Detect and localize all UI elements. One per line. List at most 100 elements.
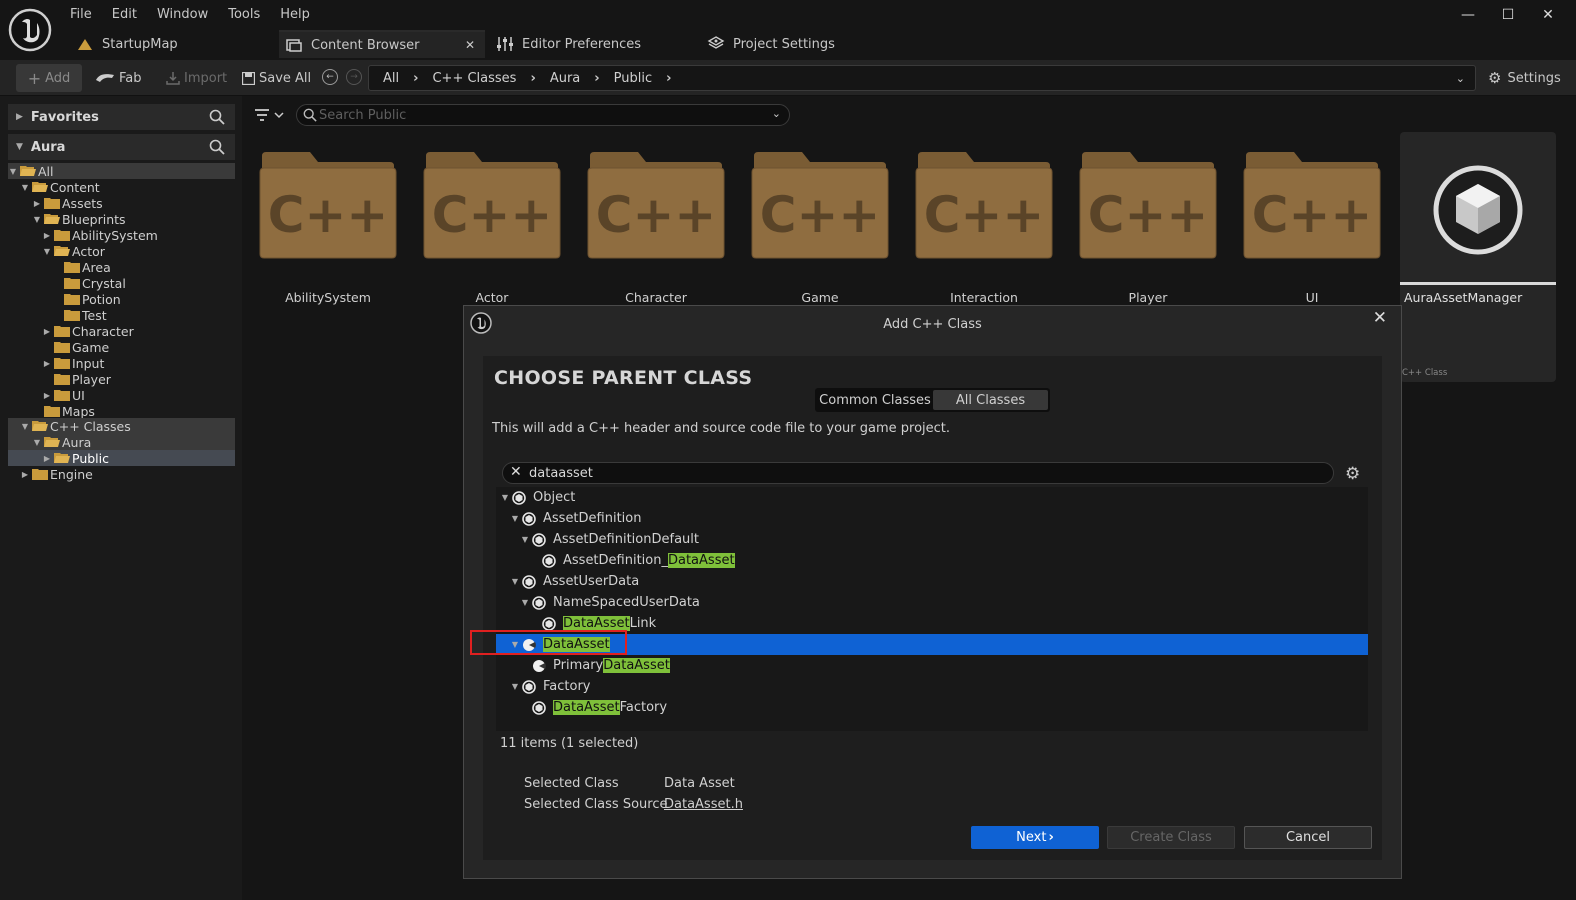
class-tree-row[interactable]: ▼ AssetDefinitionDefault <box>496 529 1368 550</box>
tree-item-aura[interactable]: ▼ Aura <box>8 434 235 450</box>
class-tree-row[interactable]: ▼ Factory <box>496 676 1368 697</box>
fab-button[interactable]: Fab <box>95 64 142 92</box>
tree-item-potion[interactable]: Potion <box>8 291 235 307</box>
tree-label: Area <box>82 259 111 275</box>
next-button[interactable]: Next › <box>971 826 1099 849</box>
tab-content-browser[interactable]: Content Browser ✕ <box>279 30 485 58</box>
chevron-right-icon[interactable]: › <box>594 71 599 86</box>
menu-file[interactable]: File <box>60 6 102 24</box>
add-button[interactable]: + Add <box>16 64 82 92</box>
tree-item-assets[interactable]: ▶ Assets <box>8 195 235 211</box>
tab-startup-map[interactable]: StartupMap <box>76 30 276 58</box>
search-input[interactable]: Search Public ⌄ <box>296 104 790 126</box>
class-tree-row[interactable]: PrimaryDataAsset <box>496 655 1368 676</box>
minimize-icon[interactable]: — <box>1448 4 1488 26</box>
tab-project-settings[interactable]: Project Settings <box>707 30 907 58</box>
breadcrumb-aura[interactable]: Aura <box>550 71 580 86</box>
project-header[interactable]: ▼ Aura <box>8 134 235 160</box>
tree-item-engine[interactable]: ▶ Engine <box>8 466 235 482</box>
tree-item-maps[interactable]: Maps <box>8 403 235 419</box>
tree-item-content[interactable]: ▼ Content <box>8 179 235 195</box>
folder-tile-abilitysystem[interactable]: C++ <box>258 150 398 260</box>
chevron-down-icon[interactable]: ⌄ <box>772 107 781 120</box>
close-tab-icon[interactable]: ✕ <box>465 38 475 52</box>
class-tree-row[interactable]: ▼ NameSpacedUserData <box>496 592 1368 613</box>
menu-edit[interactable]: Edit <box>102 6 147 24</box>
menu-help[interactable]: Help <box>270 6 320 24</box>
tree-item-player[interactable]: Player <box>8 371 235 387</box>
tree-item-public[interactable]: ▶ Public <box>8 450 235 466</box>
tree-item-cpp-classes[interactable]: ▼ C++ Classes <box>8 418 235 434</box>
back-icon[interactable]: ← <box>322 69 338 85</box>
chevron-right-icon[interactable]: › <box>666 71 671 86</box>
tab-common-classes[interactable]: Common Classes <box>817 390 933 410</box>
cancel-button[interactable]: Cancel <box>1244 826 1372 849</box>
class-tree-row[interactable]: DataAssetFactory <box>496 697 1368 718</box>
tree-item-actor[interactable]: ▼ Actor <box>8 243 235 259</box>
collapse-down-icon[interactable]: ▼ <box>510 577 520 586</box>
chevron-right-icon[interactable]: › <box>413 71 418 86</box>
forward-icon[interactable]: → <box>346 69 362 85</box>
menu-tools[interactable]: Tools <box>218 6 270 24</box>
maximize-icon[interactable]: ☐ <box>1488 4 1528 26</box>
close-window-icon[interactable]: ✕ <box>1528 4 1568 26</box>
search-icon[interactable] <box>209 109 225 125</box>
tab-editor-preferences[interactable]: Editor Preferences <box>496 30 696 58</box>
settings-button[interactable]: ⚙ Settings <box>1488 64 1561 92</box>
folder-tile-interaction[interactable]: C++ <box>914 150 1054 260</box>
create-class-button[interactable]: Create Class <box>1107 826 1235 849</box>
chevron-right-icon[interactable]: › <box>530 71 535 86</box>
tree-item-blueprints[interactable]: ▼ Blueprints <box>8 211 235 227</box>
history-dropdown-icon[interactable]: ⌄ <box>1456 72 1465 85</box>
breadcrumb-cpp-classes[interactable]: C++ Classes <box>432 71 516 86</box>
favorites-header[interactable]: ▶ Favorites <box>8 104 235 130</box>
folder-tile-ui[interactable]: C++ <box>1242 150 1382 260</box>
folder-tile-player[interactable]: C++ <box>1078 150 1218 260</box>
gear-icon[interactable]: ⚙ <box>1345 464 1360 484</box>
gear-icon: ⚙ <box>1488 69 1502 87</box>
folder-open-icon <box>44 436 60 448</box>
clear-icon[interactable]: ✕ <box>510 464 522 480</box>
tree-item-crystal[interactable]: Crystal <box>8 275 235 291</box>
class-search-input[interactable]: ✕ dataasset <box>502 462 1334 484</box>
close-icon[interactable]: ✕ <box>1373 308 1387 328</box>
class-tree-row[interactable]: ▼ AssetDefinition <box>496 508 1368 529</box>
search-icon[interactable] <box>209 139 225 155</box>
breadcrumb-all[interactable]: All <box>383 71 399 86</box>
tree-item-ui[interactable]: ▶ UI <box>8 387 235 403</box>
folder-glyph: C++ <box>1252 186 1372 244</box>
save-all-button[interactable]: Save All <box>242 64 311 92</box>
class-tree-row[interactable]: ▼ AssetUserData <box>496 571 1368 592</box>
tree-item-input[interactable]: ▶ Input <box>8 355 235 371</box>
folder-tile-character[interactable]: C++ <box>586 150 726 260</box>
tree-item-abilitysystem[interactable]: ▶ AbilitySystem <box>8 227 235 243</box>
tree-item-character[interactable]: ▶ Character <box>8 323 235 339</box>
tree-item-all[interactable]: ▼ All <box>8 163 235 179</box>
selected-source-link[interactable]: DataAsset.h <box>664 797 743 812</box>
folder-tile-game[interactable]: C++ <box>750 150 890 260</box>
collapse-down-icon[interactable]: ▼ <box>510 682 520 691</box>
tree-item-game[interactable]: Game <box>8 339 235 355</box>
asset-type: C++ Class <box>1402 368 1448 378</box>
tab-all-classes[interactable]: All Classes <box>933 390 1048 410</box>
collapse-down-icon[interactable]: ▼ <box>500 493 510 502</box>
tree-item-test[interactable]: Test <box>8 307 235 323</box>
class-tree-row[interactable]: ▼ Object <box>496 487 1368 508</box>
class-tree-row[interactable]: AssetDefinition_DataAsset <box>496 550 1368 571</box>
collapse-down-icon[interactable]: ▼ <box>510 514 520 523</box>
tree-item-area[interactable]: Area <box>8 259 235 275</box>
collapse-down-icon[interactable]: ▼ <box>520 598 530 607</box>
filter-icon[interactable] <box>254 105 288 125</box>
unreal-logo-icon[interactable] <box>8 8 52 52</box>
menu-window[interactable]: Window <box>147 6 218 24</box>
folder-tile-actor[interactable]: C++ <box>422 150 562 260</box>
collapse-down-icon[interactable]: ▼ <box>16 142 23 152</box>
folder-icon <box>54 357 70 369</box>
tree-label: Aura <box>62 434 92 450</box>
import-button[interactable]: Import <box>166 64 227 92</box>
tree-label: Character <box>72 323 134 339</box>
breadcrumb-public[interactable]: Public <box>614 71 652 86</box>
collapse-down-icon[interactable]: ▼ <box>520 535 530 544</box>
expand-right-icon[interactable]: ▶ <box>16 112 23 122</box>
asset-tile-auraassetmanager[interactable]: AuraAssetManager C++ Class <box>1400 132 1556 382</box>
